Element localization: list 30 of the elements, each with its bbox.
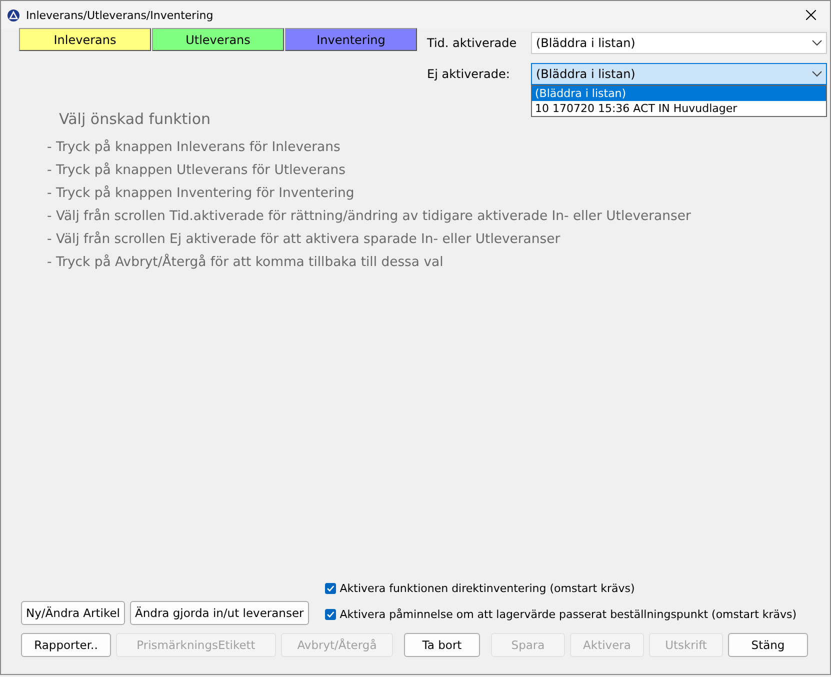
instruction-text: - Tryck på Avbryt/Återgå för att komma tillbaka till dessa val — [47, 253, 444, 272]
instruction-text: - Välj från scrollen Ej aktiverade för att aktivera sparade In- eller Utleveranser — [47, 230, 562, 249]
checkbox[interactable] — [324, 609, 336, 620]
app-logo-icon — [7, 8, 20, 22]
mode-button[interactable]: Utleverans — [152, 28, 284, 51]
close-icon — [806, 10, 816, 20]
mode-button[interactable]: Inleverans — [19, 28, 151, 51]
caret-icon — [812, 40, 822, 46]
checkbox-label: Aktivera påminnelse om att lagervärde passerat beställningspunkt (omstart krävs) — [340, 608, 797, 621]
instruction-text: - Tryck på knappen Utleverans för Utleverans — [47, 161, 347, 180]
mode-button[interactable]: Inventering — [285, 28, 417, 51]
dropdown-option[interactable]: 10 170720 15:36 ACT IN Huvudlager — [532, 101, 826, 116]
checkbox[interactable] — [324, 583, 336, 594]
instruction-text: - Tryck på knappen Inventering för Inventering — [47, 184, 356, 203]
instruction-text: - Tryck på knappen Inleverans för Inleverans — [47, 138, 342, 157]
instruction-heading: Välj önskad funktion — [59, 110, 212, 128]
dropdown[interactable]: (Bläddra i listan) — [531, 32, 827, 54]
window-title: Inleverans/Utleverans/Inventering — [26, 8, 214, 22]
side-button[interactable]: Ny/Ändra Artikel — [21, 601, 125, 625]
dropdown[interactable]: (Bläddra i listan) — [531, 63, 827, 85]
dropdown-option[interactable]: (Bläddra i listan) — [532, 86, 826, 101]
side-button[interactable]: Ändra gjorda in/ut leveranser — [130, 601, 309, 625]
caret-icon — [812, 71, 822, 77]
instruction-text: - Välj från scrollen Tid.aktiverade för rättning/ändring av tidigare aktiverade In- eller Utleveranser — [47, 207, 692, 226]
checkbox-label: Aktivera funktionen direktinventering (omstart krävs) — [340, 582, 635, 595]
action-button[interactable]: Ta bort — [404, 633, 480, 657]
action-button[interactable]: Stäng — [728, 633, 808, 657]
field-label: Tid. aktiverade — [427, 36, 518, 50]
action-button[interactable]: Rapporter.. — [21, 633, 111, 657]
field-label: Ej aktiverade: — [427, 67, 511, 81]
